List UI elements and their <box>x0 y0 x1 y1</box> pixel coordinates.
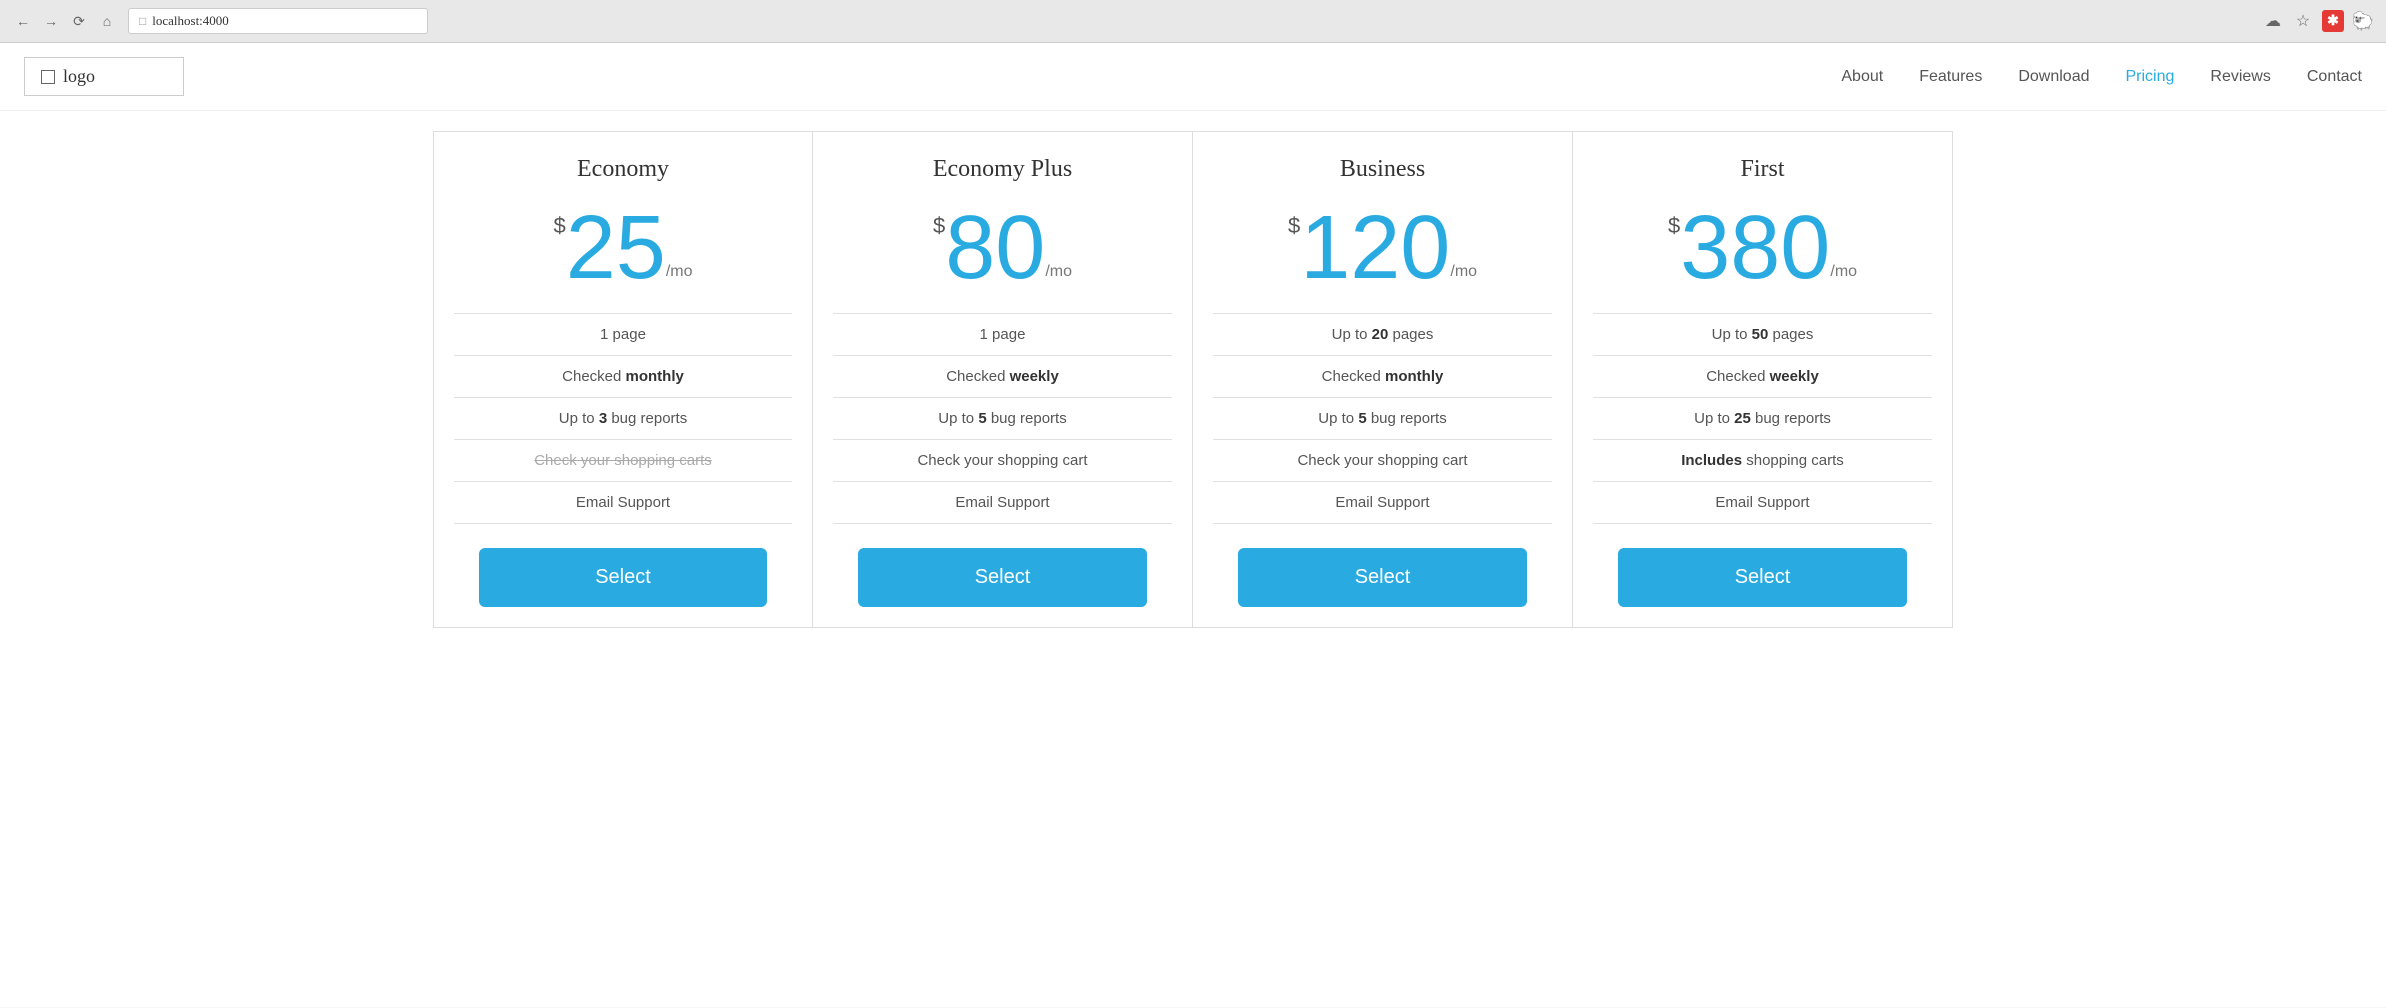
plan-first-features: Up to 50 pages Checked weekly Up to 25 b… <box>1593 313 1932 524</box>
home-button[interactable]: ⌂ <box>96 10 118 32</box>
plan-first-period: /mo <box>1830 263 1857 281</box>
back-button[interactable]: ← <box>12 10 34 32</box>
plan-business-name: Business <box>1340 156 1425 183</box>
feature-eplus-bugs: Up to 5 bug reports <box>833 398 1172 440</box>
address-bar-icon: □ <box>139 14 146 29</box>
star-icon[interactable]: ☆ <box>2292 10 2314 32</box>
main-nav: logo About Features Download Pricing Rev… <box>0 43 2386 111</box>
logo-checkbox-icon <box>41 70 55 84</box>
plan-economy-plus-price-container: $ 80 /mo <box>933 203 1072 293</box>
feature-eplus-cart: Check your shopping cart <box>833 440 1172 482</box>
feature-eplus-pages: 1 page <box>833 313 1172 356</box>
select-business-button[interactable]: Select <box>1238 548 1526 607</box>
nav-links: About Features Download Pricing Reviews … <box>1841 68 2362 86</box>
url-text: localhost:4000 <box>152 13 229 29</box>
browser-right-icons: ☁ ☆ ✱ 🐑 <box>2262 10 2374 32</box>
nav-item-features[interactable]: Features <box>1919 68 1982 85</box>
feature-economy-cart: Check your shopping carts <box>454 440 792 482</box>
select-economy-button[interactable]: Select <box>479 548 766 607</box>
plan-economy: Economy $ 25 /mo 1 page Checked monthly … <box>433 131 813 628</box>
feature-biz-pages: Up to 20 pages <box>1213 313 1552 356</box>
plan-business: Business $ 120 /mo Up to 20 pages Checke… <box>1193 131 1573 628</box>
feature-biz-check: Checked monthly <box>1213 356 1552 398</box>
plan-economy-plus-period: /mo <box>1045 263 1072 281</box>
plan-first-dollar: $ <box>1668 213 1680 239</box>
plan-first-price-container: $ 380 /mo <box>1668 203 1857 293</box>
duck-icon[interactable]: 🐑 <box>2352 10 2374 32</box>
plan-economy-amount: 25 <box>566 203 666 293</box>
feature-biz-bugs: Up to 5 bug reports <box>1213 398 1552 440</box>
feature-economy-pages: 1 page <box>454 313 792 356</box>
nav-item-contact[interactable]: Contact <box>2307 68 2362 85</box>
browser-chrome: ← → ⟳ ⌂ □ localhost:4000 ☁ ☆ ✱ 🐑 <box>0 0 2386 43</box>
plan-business-dollar: $ <box>1288 213 1300 239</box>
plan-business-amount: 120 <box>1300 203 1450 293</box>
plan-economy-period: /mo <box>666 263 693 281</box>
plan-economy-plus-name: Economy Plus <box>933 156 1072 183</box>
forward-button[interactable]: → <box>40 10 62 32</box>
page-wrapper: logo About Features Download Pricing Rev… <box>0 43 2386 1007</box>
logo-text: logo <box>63 66 95 87</box>
plan-first: First $ 380 /mo Up to 50 pages Checked w… <box>1573 131 1953 628</box>
feature-eplus-email: Email Support <box>833 482 1172 524</box>
plan-economy-plus-dollar: $ <box>933 213 945 239</box>
plan-economy-price-container: $ 25 /mo <box>553 203 692 293</box>
nav-item-download[interactable]: Download <box>2018 68 2089 85</box>
feature-biz-cart: Check your shopping cart <box>1213 440 1552 482</box>
cloud-icon[interactable]: ☁ <box>2262 10 2284 32</box>
plan-economy-plus-amount: 80 <box>945 203 1045 293</box>
feature-economy-bugs: Up to 3 bug reports <box>454 398 792 440</box>
nav-item-reviews[interactable]: Reviews <box>2210 68 2270 85</box>
plan-economy-features: 1 page Checked monthly Up to 3 bug repor… <box>454 313 792 524</box>
plan-business-features: Up to 20 pages Checked monthly Up to 5 b… <box>1213 313 1552 524</box>
feature-eplus-check: Checked weekly <box>833 356 1172 398</box>
address-bar[interactable]: □ localhost:4000 <box>128 8 428 34</box>
nav-item-about[interactable]: About <box>1841 68 1883 85</box>
feature-first-check: Checked weekly <box>1593 356 1932 398</box>
feature-economy-check: Checked monthly <box>454 356 792 398</box>
select-economy-plus-button[interactable]: Select <box>858 548 1146 607</box>
logo[interactable]: logo <box>24 57 184 96</box>
nav-item-pricing[interactable]: Pricing <box>2125 68 2174 85</box>
feature-first-pages: Up to 50 pages <box>1593 313 1932 356</box>
plan-business-period: /mo <box>1450 263 1477 281</box>
refresh-button[interactable]: ⟳ <box>68 10 90 32</box>
plan-economy-plus-features: 1 page Checked weekly Up to 5 bug report… <box>833 313 1172 524</box>
feature-first-bugs: Up to 25 bug reports <box>1593 398 1932 440</box>
select-first-button[interactable]: Select <box>1618 548 1906 607</box>
plan-first-amount: 380 <box>1680 203 1830 293</box>
plan-first-name: First <box>1740 156 1784 183</box>
plan-economy-dollar: $ <box>553 213 565 239</box>
plan-business-price-container: $ 120 /mo <box>1288 203 1477 293</box>
feature-economy-email: Email Support <box>454 482 792 524</box>
browser-controls: ← → ⟳ ⌂ <box>12 10 118 32</box>
plan-economy-plus: Economy Plus $ 80 /mo 1 page Checked wee… <box>813 131 1193 628</box>
feature-first-cart: Includes shopping carts <box>1593 440 1932 482</box>
feature-first-email: Email Support <box>1593 482 1932 524</box>
pricing-section: Economy $ 25 /mo 1 page Checked monthly … <box>0 111 2386 648</box>
feature-biz-email: Email Support <box>1213 482 1552 524</box>
extension-icon[interactable]: ✱ <box>2322 10 2344 32</box>
plan-economy-name: Economy <box>577 156 669 183</box>
